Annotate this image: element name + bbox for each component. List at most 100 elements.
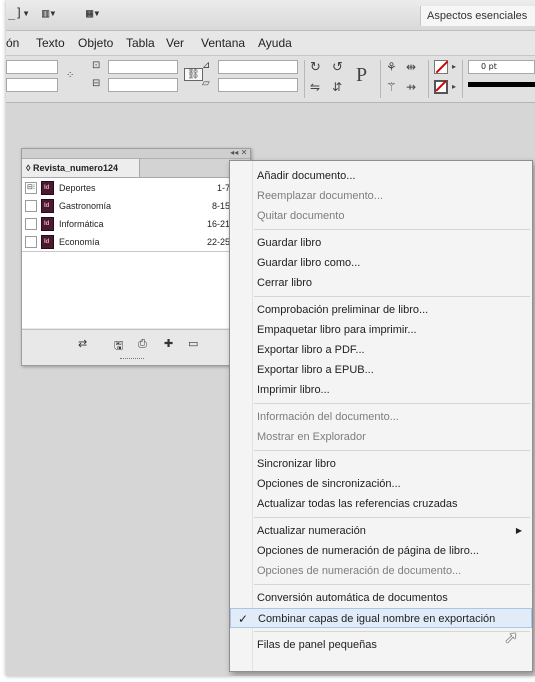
arrange-documents-icon[interactable]: ▦▾ [86, 6, 100, 20]
menu-ver[interactable]: Ver [166, 36, 184, 50]
rotate-ccw-icon[interactable]: ↺ [332, 60, 343, 75]
height-field[interactable] [108, 78, 178, 92]
no-fill-icon [435, 60, 449, 74]
list-item-document[interactable]: Informática 16-21 [22, 216, 234, 233]
select-previous-icon[interactable]: ⇹ [406, 60, 416, 74]
width-icon: ⊡ [92, 60, 101, 71]
menu-item: Opciones de numeración de documento... [230, 561, 532, 581]
menu-item[interactable]: Empaquetar libro para imprimir... [230, 320, 532, 340]
menu-item[interactable]: Guardar libro [230, 233, 532, 253]
workspace-switcher[interactable]: Aspectos esenciales [420, 6, 535, 26]
menu-item-label: Quitar documento [257, 210, 345, 222]
rotation-field[interactable] [218, 60, 298, 74]
menu-item[interactable]: Exportar libro a PDF... [230, 340, 532, 360]
list-item-document[interactable]: Gastronomía 8-15 [22, 198, 234, 215]
list-item-document[interactable]: ⊟⁝ Deportes 1-7 [22, 180, 234, 197]
menu-item[interactable]: ✓ Combinar capas de igual nombre en expor… [230, 608, 532, 628]
mouse-pointer-icon: ➚ [504, 628, 519, 648]
stroke-swatch[interactable] [434, 80, 448, 94]
shear-icon: ▱ [202, 78, 210, 89]
menu-item[interactable]: Actualizar numeración ▶ [230, 521, 532, 541]
menu-tabla[interactable]: Tabla [126, 36, 155, 50]
document-pages: 22-25 [206, 237, 230, 247]
menu-item[interactable]: Añadir documento... [230, 166, 532, 186]
menu-item[interactable]: Opciones de sincronización... [230, 474, 532, 494]
stroke-type-preview[interactable] [468, 82, 535, 87]
menu-item: Reemplazar documento... [230, 186, 532, 206]
indesign-document-icon [41, 199, 54, 213]
y-position-field[interactable] [6, 78, 58, 92]
menu-item[interactable]: Exportar libro a EPUB... [230, 360, 532, 380]
menu-item-label: Exportar libro a EPUB... [257, 364, 374, 376]
document-name: Deportes [59, 183, 96, 193]
menu-objeto[interactable]: Objeto [78, 36, 113, 50]
add-document-icon[interactable]: ✚ [164, 337, 173, 350]
menu-item-label: Guardar libro como... [257, 257, 361, 269]
print-book-icon[interactable]: ⎙ [138, 337, 147, 351]
book-document-list: ⊟⁝ Deportes 1-7 Gastronomía 8-15 Informá… [22, 178, 250, 328]
menu-item[interactable]: Sincronizar libro [230, 454, 532, 474]
document-name: Economía [59, 237, 100, 247]
reference-point-icon[interactable]: ⁘ [66, 70, 74, 81]
menu-item-label: Comprobación preliminar de libro... [257, 304, 429, 316]
x-position-field[interactable] [6, 60, 58, 74]
style-source-checkbox[interactable] [25, 218, 37, 230]
stroke-dropdown-icon[interactable]: ▸ [452, 82, 456, 91]
fill-swatch[interactable] [434, 60, 449, 74]
stroke-weight-field[interactable]: 0 pt [468, 60, 535, 74]
menu-separator [254, 450, 530, 451]
menu-item-label: Imprimir libro... [257, 384, 330, 396]
synchronize-icon[interactable]: ⇄ [78, 337, 87, 350]
screen-mode-icon[interactable]: ▥▾ [42, 6, 56, 20]
application-window: _]▾ ▥▾ ▦▾ Aspectos esenciales ón Texto O… [6, 0, 535, 676]
menu-item[interactable]: Actualizar todas las referencias cruzada… [230, 494, 532, 514]
rotate-icon: ⊿ [202, 60, 211, 71]
document-pages: 8-15 [211, 201, 230, 211]
tab-book-revista[interactable]: ◊ Revista_numero124 [22, 159, 140, 177]
flip-vertical-icon[interactable]: ⇵ [332, 80, 342, 94]
select-container-icon[interactable]: ⚘ [386, 60, 397, 74]
submenu-arrow-icon: ▶ [515, 526, 522, 535]
menu-edicion[interactable]: ón [6, 36, 19, 50]
collapse-close-icon[interactable]: ◂◂ ✕ [230, 148, 247, 157]
list-item-document[interactable]: Economía 22-25 [22, 234, 234, 252]
save-book-icon[interactable]: 🖫 [114, 337, 123, 356]
document-pages: 16-21 [206, 219, 230, 229]
menu-ayuda[interactable]: Ayuda [258, 36, 292, 50]
rotate-cw-icon[interactable]: ↻ [310, 60, 321, 75]
menu-item-label: Sincronizar libro [257, 458, 336, 470]
menu-texto[interactable]: Texto [36, 36, 65, 50]
panel-resize-grip[interactable] [120, 358, 144, 361]
menu-item[interactable]: Conversión automática de documentos [230, 588, 532, 608]
panel-collapse-strip[interactable]: ◂◂ ✕ [22, 149, 250, 159]
menu-bar: ón Texto Objeto Tabla Ver Ventana Ayuda [6, 31, 535, 56]
constrain-proportions-icon[interactable]: ⛓ [184, 68, 203, 81]
style-source-icon[interactable]: ⊟⁝ [25, 182, 37, 194]
fill-dropdown-icon[interactable]: ▸ [452, 62, 456, 71]
select-next-icon[interactable]: ⇸ [406, 80, 416, 94]
style-source-checkbox[interactable] [25, 200, 37, 212]
menu-item[interactable]: Imprimir libro... [230, 380, 532, 400]
panel-tab-row: ◊ Revista_numero124 ≡ [22, 159, 250, 178]
width-field[interactable] [108, 60, 178, 74]
view-options-icon[interactable]: _]▾ [8, 6, 30, 20]
menu-item-label: Opciones de numeración de página de libr… [257, 545, 479, 557]
menu-item[interactable]: Comprobación preliminar de libro... [230, 300, 532, 320]
shear-field[interactable] [218, 78, 298, 92]
flip-horizontal-icon[interactable]: ⇋ [310, 80, 320, 94]
menu-item-label: Empaquetar libro para imprimir... [257, 324, 417, 336]
select-content-icon[interactable]: ⚚ [386, 80, 397, 94]
menu-item[interactable]: Guardar libro como... [230, 253, 532, 273]
orientation-p-icon: P [356, 64, 368, 86]
menu-item[interactable]: Filas de panel pequeñas [230, 635, 532, 655]
menu-separator [254, 517, 530, 518]
menu-item-label: Cerrar libro [257, 277, 313, 289]
style-source-checkbox[interactable] [25, 236, 37, 248]
indesign-document-icon [41, 235, 54, 249]
menu-item-label: Filas de panel pequeñas [257, 639, 377, 651]
book-panel: ◂◂ ✕ ◊ Revista_numero124 ≡ ⊟⁝ Deportes 1… [21, 148, 251, 366]
remove-document-icon[interactable]: ▭ [188, 337, 198, 350]
menu-item[interactable]: Cerrar libro [230, 273, 532, 293]
menu-ventana[interactable]: Ventana [201, 36, 245, 50]
menu-item[interactable]: Opciones de numeración de página de libr… [230, 541, 532, 561]
